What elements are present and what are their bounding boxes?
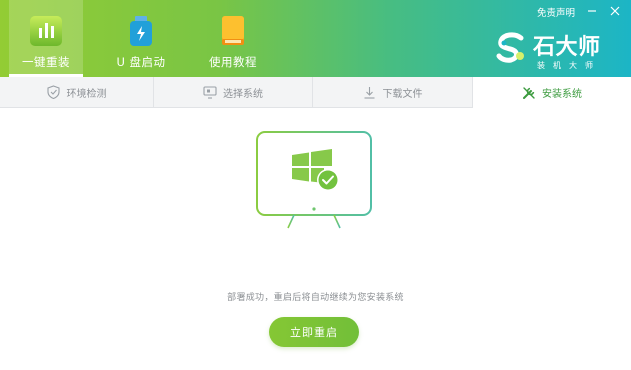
brand-subtitle: 装机大师 [537, 61, 601, 70]
wrench-icon [522, 86, 536, 100]
step-install-system[interactable]: 安装系统 [473, 77, 631, 108]
nav-label: 一键重装 [22, 55, 70, 69]
shield-icon [47, 85, 61, 99]
bar-chart-icon [27, 14, 65, 48]
nav-tutorial[interactable]: 使用教程 [196, 0, 270, 77]
brand-logo-icon [495, 31, 529, 67]
disclaimer-link[interactable]: 免责声明 [537, 5, 575, 19]
step-environment-check[interactable]: 环境检测 [0, 77, 154, 107]
monitor-icon [203, 85, 217, 99]
nav-one-click-reinstall[interactable]: 一键重装 [9, 0, 83, 77]
close-icon[interactable] [608, 3, 622, 17]
step-select-system[interactable]: 选择系统 [154, 77, 313, 107]
step-label: 下载文件 [382, 88, 423, 100]
nav-usb-boot[interactable]: U 盘启动 [104, 0, 178, 77]
step-download-files[interactable]: 下载文件 [313, 77, 473, 107]
usb-drive-icon [122, 14, 160, 48]
download-icon [363, 85, 377, 99]
install-complete-illustration [254, 128, 374, 236]
status-message: 部署成功，重启后将自动继续为您安装系统 [227, 293, 404, 303]
minimize-icon[interactable] [585, 3, 599, 17]
brand-name: 石大师 [533, 35, 601, 60]
nav-label: U 盘启动 [116, 55, 166, 69]
book-icon [214, 14, 252, 48]
step-label: 环境检测 [66, 88, 107, 100]
step-label: 安装系统 [542, 89, 582, 100]
install-steps: 环境检测 选择系统 下载文件 安装系统 [0, 77, 631, 108]
nav-label: 使用教程 [209, 55, 257, 69]
restart-now-button[interactable]: 立即重启 [269, 317, 359, 347]
title-bar: 一键重装 U 盘启动 使用教程 免责声明 石大师 装机大师 [0, 0, 631, 77]
step-label: 选择系统 [223, 88, 263, 100]
